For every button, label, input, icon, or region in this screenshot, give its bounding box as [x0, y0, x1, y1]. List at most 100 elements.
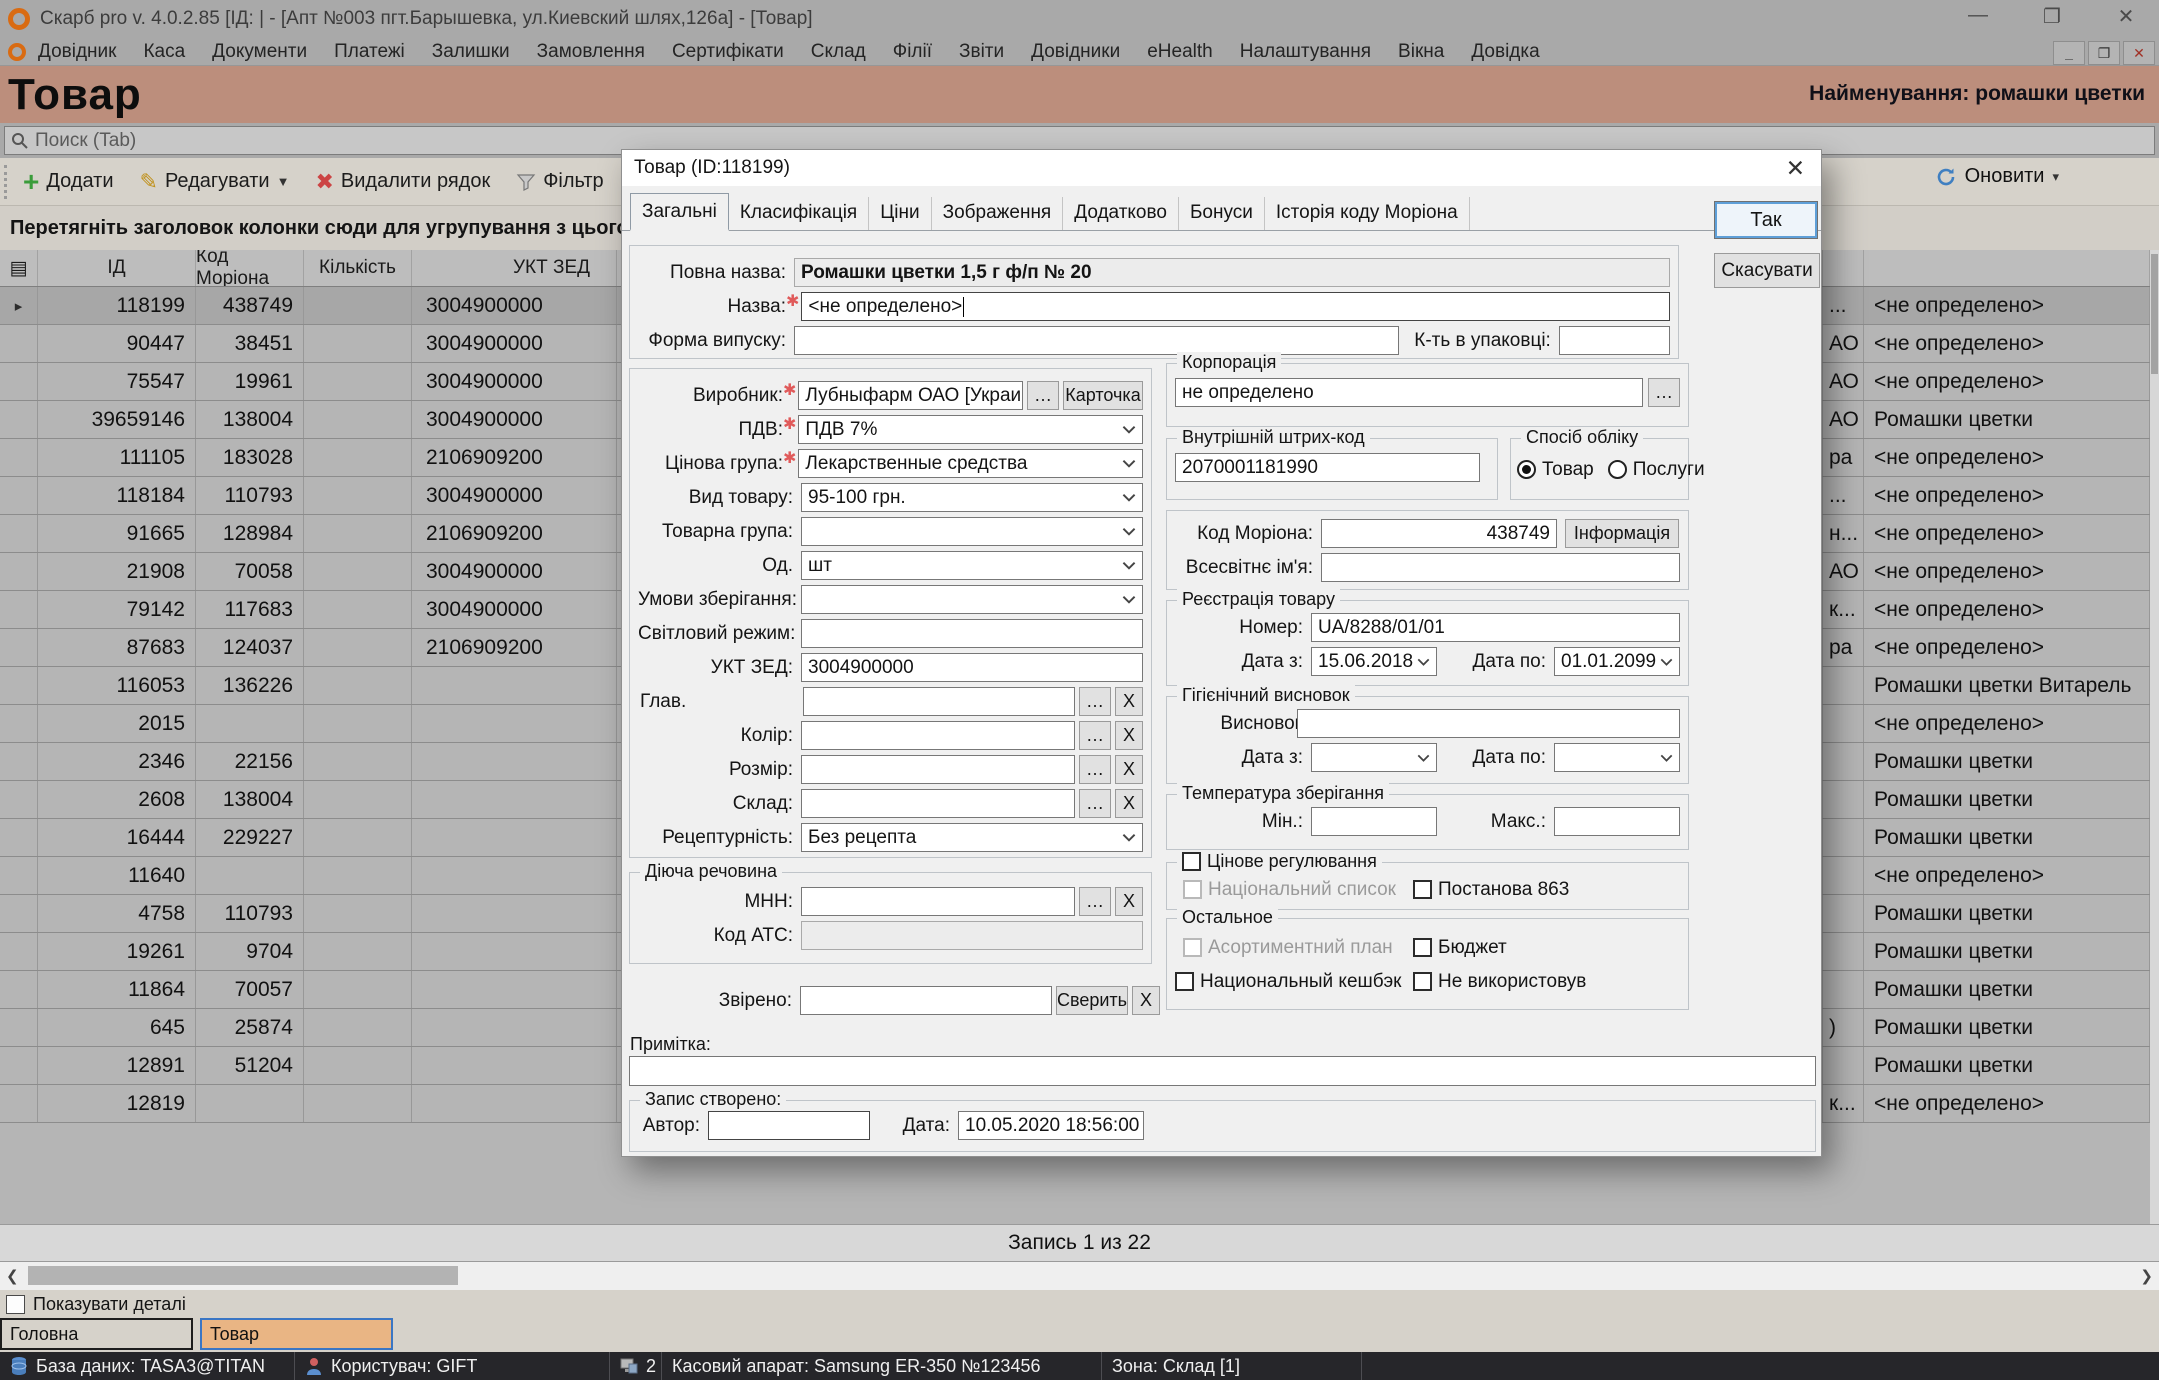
- horizontal-scrollbar[interactable]: ❮ ❯: [0, 1262, 2159, 1290]
- filter-button[interactable]: Фільтр: [516, 170, 603, 193]
- close-button[interactable]: ✕: [2111, 4, 2141, 29]
- verify-button[interactable]: Сверить: [1056, 986, 1128, 1015]
- morion-field[interactable]: 438749: [1321, 519, 1557, 548]
- dialog-tab-2[interactable]: Класифікація: [729, 197, 869, 230]
- producer-field[interactable]: Лубныфарм ОАО [Украина]: [798, 381, 1023, 410]
- temp-min-field[interactable]: [1311, 807, 1437, 836]
- product-group-select[interactable]: [801, 517, 1143, 546]
- temp-max-field[interactable]: [1554, 807, 1680, 836]
- dialog-close-icon[interactable]: ✕: [1786, 155, 1805, 182]
- refresh-button[interactable]: Оновити ▾: [1935, 165, 2059, 188]
- verified-field[interactable]: [800, 986, 1052, 1015]
- menu-item-9[interactable]: Філії: [893, 41, 932, 63]
- accounting-services-radio[interactable]: Послуги: [1608, 459, 1705, 481]
- cancel-button[interactable]: Скасувати: [1714, 253, 1820, 288]
- dialog-title-bar[interactable]: Товар (ID:118199) ✕: [622, 150, 1821, 186]
- column-header-qty[interactable]: Кількість: [304, 250, 412, 286]
- warehouse-clear-button[interactable]: X: [1115, 789, 1143, 818]
- full-name-field[interactable]: Ромашки цветки 1,5 г ф/п № 20: [794, 258, 1670, 287]
- scroll-left-icon[interactable]: ❮: [6, 1267, 19, 1285]
- menu-item-5[interactable]: Залишки: [432, 41, 510, 63]
- dialog-tab-4[interactable]: Зображення: [932, 197, 1064, 230]
- horizontal-scrollbar-thumb[interactable]: [28, 1266, 458, 1285]
- menu-item-14[interactable]: Вікна: [1398, 41, 1444, 63]
- menu-item-7[interactable]: Сертифікати: [672, 41, 784, 63]
- conclusion-field[interactable]: [1297, 709, 1680, 738]
- menu-item-4[interactable]: Платежі: [334, 41, 405, 63]
- dialog-tab-5[interactable]: Додатково: [1063, 197, 1179, 230]
- reg-date-to-field[interactable]: 01.01.2099: [1554, 647, 1680, 676]
- vat-select[interactable]: ПДВ 7%: [798, 415, 1143, 444]
- barcode-field[interactable]: 2070001181990: [1175, 453, 1480, 482]
- add-button[interactable]: + Додати: [23, 170, 114, 193]
- menu-item-15[interactable]: Довідка: [1471, 41, 1539, 63]
- color-clear-button[interactable]: X: [1115, 721, 1143, 750]
- menu-item-2[interactable]: Каса: [143, 41, 185, 63]
- mnn-field[interactable]: [801, 887, 1075, 916]
- producer-ellipsis-button[interactable]: …: [1027, 381, 1059, 410]
- warehouse-ellipsis-button[interactable]: …: [1079, 789, 1111, 818]
- product-kind-select[interactable]: 95-100 грн.: [801, 483, 1143, 512]
- reg-number-field[interactable]: UA/8288/01/01: [1311, 613, 1680, 642]
- name-field[interactable]: <не определено>: [801, 292, 1670, 321]
- dialog-tab-3[interactable]: Ціни: [869, 197, 931, 230]
- main-ellipsis-button[interactable]: …: [1079, 687, 1111, 716]
- price-group-select[interactable]: Лекарственные средства: [798, 449, 1143, 478]
- dialog-tab-7[interactable]: Історія коду Моріона: [1265, 197, 1470, 230]
- hyg-date-from-field[interactable]: [1311, 743, 1437, 772]
- corporation-field[interactable]: не определено: [1175, 378, 1643, 407]
- show-details-checkbox[interactable]: [6, 1295, 25, 1314]
- size-field[interactable]: [801, 755, 1075, 784]
- ok-button[interactable]: Так: [1714, 201, 1818, 239]
- size-clear-button[interactable]: X: [1115, 755, 1143, 784]
- column-header-morion[interactable]: Код Моріона: [196, 250, 304, 286]
- recipe-select[interactable]: Без рецепта: [801, 823, 1143, 852]
- dialog-tab-6[interactable]: Бонуси: [1179, 197, 1265, 230]
- delete-row-button[interactable]: ✖ Видалити рядок: [315, 169, 490, 195]
- not-used-checkbox[interactable]: Не використовув: [1413, 971, 1586, 993]
- producer-card-button[interactable]: Карточка: [1063, 381, 1143, 410]
- menu-item-12[interactable]: eHealth: [1147, 41, 1213, 63]
- menu-item-1[interactable]: Довідник: [38, 41, 116, 63]
- menu-item-10[interactable]: Звіти: [959, 41, 1004, 63]
- mdi-close-button[interactable]: ✕: [2123, 41, 2155, 65]
- world-name-field[interactable]: [1321, 553, 1680, 582]
- verified-clear-button[interactable]: X: [1132, 986, 1160, 1015]
- accounting-product-radio[interactable]: Товар: [1517, 459, 1594, 481]
- form-field[interactable]: [794, 326, 1399, 355]
- main-clear-button[interactable]: X: [1115, 687, 1143, 716]
- storage-select[interactable]: [801, 585, 1143, 614]
- color-ellipsis-button[interactable]: …: [1079, 721, 1111, 750]
- mdi-restore-button[interactable]: ❐: [2088, 41, 2120, 65]
- unit-select[interactable]: шт: [801, 551, 1143, 580]
- column-header-ukt[interactable]: УКТ ЗЕД: [412, 250, 617, 286]
- corporation-ellipsis-button[interactable]: …: [1648, 378, 1680, 407]
- reg-date-from-field[interactable]: 15.06.2018: [1311, 647, 1437, 676]
- mnn-clear-button[interactable]: X: [1115, 887, 1143, 916]
- warehouse-field[interactable]: [801, 789, 1075, 818]
- vertical-scrollbar-thumb[interactable]: [2151, 254, 2158, 374]
- info-button[interactable]: Інформація: [1565, 519, 1679, 548]
- mnn-ellipsis-button[interactable]: …: [1079, 887, 1111, 916]
- ukt-field[interactable]: 3004900000: [801, 653, 1143, 682]
- toolbar-grip[interactable]: [4, 165, 15, 199]
- hyg-date-to-field[interactable]: [1554, 743, 1680, 772]
- tab-product[interactable]: Товар: [200, 1318, 393, 1350]
- created-date-field[interactable]: 10.05.2020 18:56:00: [958, 1111, 1144, 1140]
- menu-item-8[interactable]: Склад: [811, 41, 866, 63]
- size-ellipsis-button[interactable]: …: [1079, 755, 1111, 784]
- price-regulation-checkbox[interactable]: Цінове регулювання: [1177, 851, 1382, 872]
- pack-qty-field[interactable]: [1559, 326, 1670, 355]
- national-cashback-checkbox[interactable]: Национальный кешбэк: [1175, 971, 1413, 993]
- mdi-minimize-button[interactable]: _: [2053, 41, 2085, 65]
- column-header-id[interactable]: ІД: [38, 250, 196, 286]
- main-field[interactable]: [803, 687, 1075, 716]
- edit-button[interactable]: ✎ Редагувати ▼: [140, 169, 290, 195]
- dialog-tab-1[interactable]: Загальні: [630, 193, 729, 231]
- minimize-button[interactable]: —: [1963, 4, 1993, 29]
- light-mode-field[interactable]: [801, 619, 1143, 648]
- author-field[interactable]: [708, 1111, 870, 1140]
- restore-button[interactable]: ❐: [2037, 4, 2067, 29]
- menu-item-3[interactable]: Документи: [212, 41, 307, 63]
- scroll-right-icon[interactable]: ❯: [2140, 1267, 2153, 1285]
